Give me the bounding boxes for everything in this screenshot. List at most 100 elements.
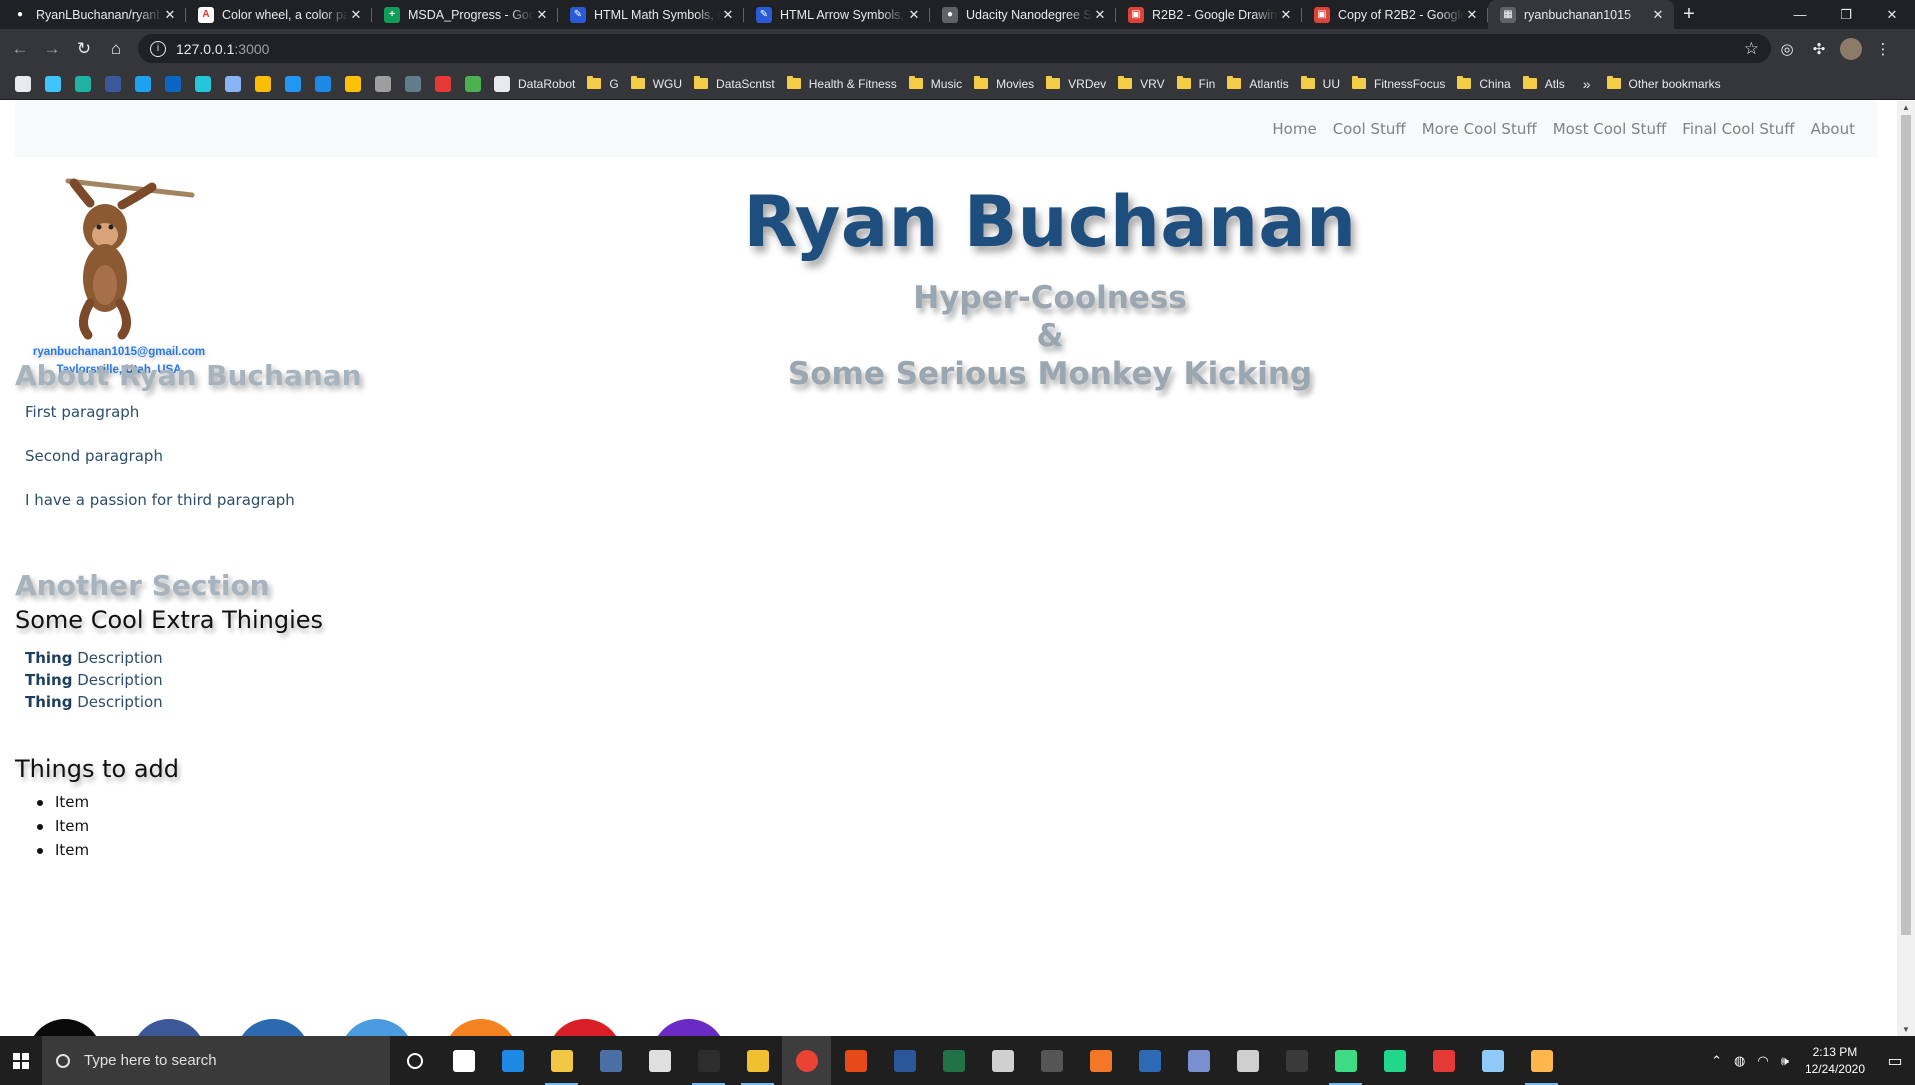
app-icon[interactable] (1027, 1036, 1076, 1085)
bookmark-app-icon[interactable] (405, 75, 421, 92)
extensions-puzzle-icon[interactable]: ✣ (1803, 33, 1835, 65)
bookmark-item[interactable]: Movies (974, 76, 1034, 91)
virtualbox-icon[interactable] (1125, 1036, 1174, 1085)
taskbar-search[interactable]: Type here to search (42, 1036, 390, 1085)
home-icon[interactable]: ⌂ (100, 33, 132, 65)
restore-icon[interactable]: ❐ (1823, 0, 1869, 29)
social-link-icon[interactable] (236, 1019, 310, 1036)
close-tab-icon[interactable]: ✕ (162, 7, 178, 23)
scroll-up-icon[interactable]: ▲ (1902, 103, 1910, 112)
close-tab-icon[interactable]: ✕ (1650, 7, 1666, 23)
browser-tab[interactable]: ● RyanLBuchanan/ryanbu ✕ (0, 0, 186, 29)
bookmark-item[interactable]: Fin (1176, 76, 1215, 91)
nav-link[interactable]: Home (1272, 120, 1316, 138)
app-icon[interactable] (586, 1036, 635, 1085)
notification-icon[interactable]: ▭ (1875, 1051, 1915, 1071)
chevron-up-icon[interactable]: ⌃ (1711, 1053, 1722, 1069)
bookmark-app-icon[interactable] (465, 75, 481, 92)
volume-icon[interactable]: 🕪 (1781, 1053, 1789, 1069)
app-icon[interactable] (1174, 1036, 1223, 1085)
nav-link[interactable]: Most Cool Stuff (1553, 120, 1667, 138)
bookmark-item[interactable]: VRV (1118, 76, 1165, 91)
app-icon[interactable] (1468, 1036, 1517, 1085)
more-bookmarks-icon[interactable]: » (1583, 76, 1591, 92)
bookmark-item[interactable]: VRDev (1046, 76, 1106, 91)
close-window-icon[interactable]: ✕ (1869, 0, 1915, 29)
bookmark-app-icon[interactable] (45, 75, 61, 92)
jupyter-icon[interactable] (1076, 1036, 1125, 1085)
bookmark-app-icon[interactable] (75, 75, 91, 92)
new-tab-button[interactable]: + (1674, 0, 1704, 29)
nav-link[interactable]: Cool Stuff (1333, 120, 1406, 138)
browser-tab[interactable]: A Color wheel, a color pa ✕ (186, 0, 372, 29)
browser-tab[interactable]: ▦ ryanbuchanan1015 ✕ (1488, 0, 1674, 29)
bookmark-star-icon[interactable]: ☆ (1744, 39, 1759, 59)
network-icon[interactable]: ◍ (1734, 1053, 1745, 1069)
nav-link[interactable]: Final Cool Stuff (1682, 120, 1794, 138)
minimize-icon[interactable]: — (1777, 0, 1823, 29)
bookmark-item[interactable]: China (1457, 76, 1511, 91)
nav-link[interactable]: More Cool Stuff (1422, 120, 1537, 138)
word-icon[interactable] (880, 1036, 929, 1085)
page-scrollbar[interactable]: ▲ ▼ (1897, 101, 1915, 1036)
terminal-icon[interactable] (684, 1036, 733, 1085)
browser-tab[interactable]: ▣ Copy of R2B2 - Google ✕ (1302, 0, 1488, 29)
browser-tab[interactable]: ✎ HTML Math Symbols, E ✕ (558, 0, 744, 29)
terminal-icon[interactable] (1272, 1036, 1321, 1085)
reload-icon[interactable]: ↻ (68, 33, 100, 65)
bookmark-item[interactable]: DataScntst (694, 76, 775, 91)
edge-icon[interactable] (488, 1036, 537, 1085)
bookmark-item[interactable]: Atls (1522, 76, 1565, 91)
github-icon[interactable] (15, 75, 31, 92)
app-icon[interactable] (978, 1036, 1027, 1085)
wifi-icon[interactable]: ◠ (1757, 1053, 1768, 1069)
address-bar[interactable]: i 127.0.0.1:3000 ☆ (138, 34, 1771, 63)
social-link-icon[interactable] (652, 1019, 726, 1036)
bookmark-app-icon[interactable] (345, 75, 361, 92)
bookmark-item[interactable]: FitnessFocus (1352, 76, 1445, 91)
pycharm-icon[interactable] (1370, 1036, 1419, 1085)
excel-icon[interactable] (929, 1036, 978, 1085)
social-link-icon[interactable] (444, 1019, 518, 1036)
bookmark-app-icon[interactable] (195, 75, 211, 92)
bookmark-item[interactable]: UU (1300, 76, 1340, 91)
bookmark-app-icon[interactable] (375, 75, 391, 92)
close-tab-icon[interactable]: ✕ (534, 7, 550, 23)
scroll-down-icon[interactable]: ▼ (1902, 1025, 1910, 1034)
profile-avatar[interactable] (1840, 37, 1862, 60)
bookmark-app-icon[interactable] (435, 75, 451, 92)
office-icon[interactable] (831, 1036, 880, 1085)
globe-icon[interactable] (225, 75, 241, 92)
bookmark-app-icon[interactable] (315, 75, 331, 92)
bookmark-item[interactable]: WGU (630, 76, 682, 91)
bookmark-item[interactable]: DataRobot (494, 75, 575, 92)
app-icon[interactable] (1321, 1036, 1370, 1085)
forward-icon[interactable]: → (36, 33, 68, 65)
close-tab-icon[interactable]: ✕ (1464, 7, 1480, 23)
obs-icon[interactable] (1223, 1036, 1272, 1085)
close-tab-icon[interactable]: ✕ (1092, 7, 1108, 23)
app-icon[interactable] (635, 1036, 684, 1085)
browser-tab[interactable]: ▣ R2B2 - Google Drawing ✕ (1116, 0, 1302, 29)
facebook-icon[interactable] (105, 75, 121, 92)
linkedin-icon[interactable] (165, 75, 181, 92)
close-tab-icon[interactable]: ✕ (720, 7, 736, 23)
back-icon[interactable]: ← (4, 33, 36, 65)
cortana-icon[interactable] (390, 1036, 439, 1085)
file-explorer-icon[interactable] (537, 1036, 586, 1085)
social-link-icon[interactable] (548, 1019, 622, 1036)
social-link-icon[interactable] (340, 1019, 414, 1036)
clock[interactable]: 2:13 PM 12/24/2020 (1805, 1044, 1865, 1078)
start-button[interactable] (0, 1036, 42, 1085)
browser-tab[interactable]: ● Udacity Nanodegree St ✕ (930, 0, 1116, 29)
other-bookmarks[interactable]: Other bookmarks (1606, 76, 1721, 91)
chrome-icon[interactable] (782, 1036, 831, 1085)
site-info-icon[interactable]: i (150, 40, 166, 57)
scroll-thumb[interactable] (1901, 115, 1911, 935)
close-tab-icon[interactable]: ✕ (1278, 7, 1294, 23)
bookmark-item[interactable]: Music (908, 76, 962, 91)
twitter-icon[interactable] (135, 75, 151, 92)
git-icon[interactable] (733, 1036, 782, 1085)
bookmark-app-icon[interactable] (285, 75, 301, 92)
bookmark-item[interactable]: Health & Fitness (786, 76, 897, 91)
